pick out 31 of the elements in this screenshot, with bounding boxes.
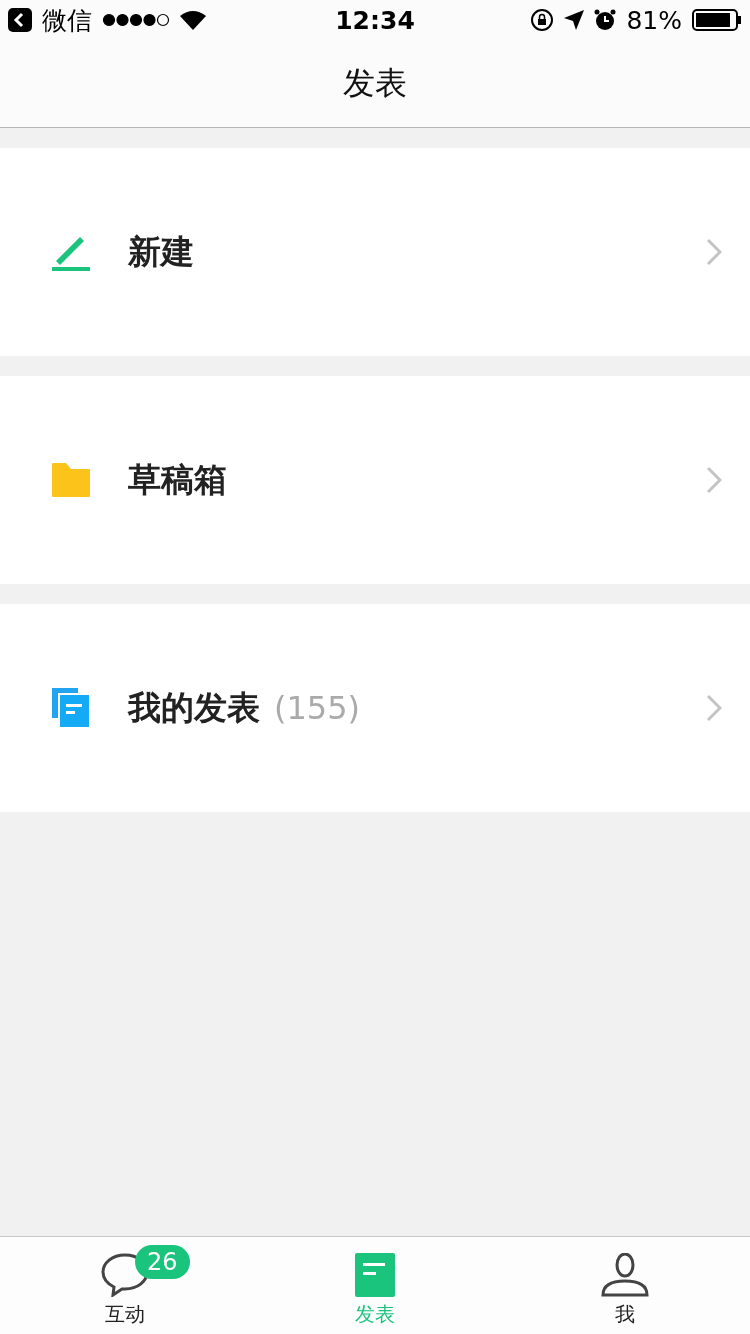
menu-item-label: 草稿箱 [128,458,227,501]
unread-badge: 26 [135,1245,190,1279]
menu-item-label: 我的发表 [128,686,260,729]
menu-item-label: 新建 [128,230,194,273]
chevron-right-icon [706,238,722,266]
menu-item[interactable]: 新建 [0,148,750,356]
signal-icon [102,13,170,27]
tab-label: 互动 [105,1301,145,1328]
person-icon [601,1253,649,1297]
chevron-right-icon [706,694,722,722]
back-icon[interactable] [8,8,32,32]
documents-icon [52,688,90,728]
location-arrow-icon [564,10,585,30]
tab-bar-item[interactable]: 我 [500,1237,750,1334]
tab-label: 我 [615,1301,635,1328]
tab-label: 发表 [355,1301,395,1328]
back-app-label[interactable]: 微信 [42,3,92,37]
page-title: 发表 [343,62,407,104]
battery-icon [692,9,742,31]
menu-item[interactable]: 我的发表 (155) [0,604,750,812]
post-count: (155) [274,689,361,727]
folder-icon [52,463,90,497]
chevron-right-icon [706,466,722,494]
tab-bar-item[interactable]: 互动 26 [0,1237,250,1334]
battery-percentage: 81% [626,5,682,35]
clock-time: 12:34 [335,5,415,35]
document-icon [355,1253,395,1297]
menu-item[interactable]: 草稿箱 [0,376,750,584]
rotation-lock-icon [530,8,555,32]
alarm-clock-icon [594,9,617,31]
wifi-icon [180,10,206,30]
